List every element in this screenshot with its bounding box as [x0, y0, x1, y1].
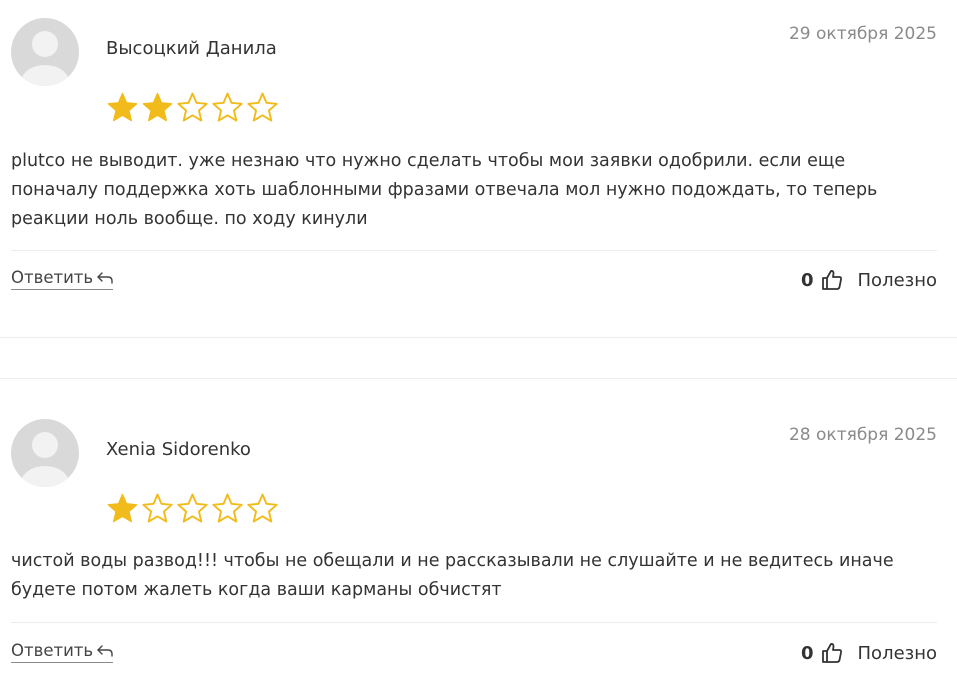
- reply-button[interactable]: Ответить: [11, 641, 114, 663]
- thumbs-up-icon[interactable]: [820, 641, 844, 665]
- avatar: [11, 419, 79, 487]
- review-text: чистой воды развод!!! чтобы не обещали и…: [11, 551, 894, 600]
- section-divider: [0, 378, 957, 379]
- helpful-block: 0 Полезно: [801, 268, 937, 292]
- divider: [11, 622, 937, 623]
- review-date: 28 октября 2025: [788, 425, 937, 445]
- helpful-button[interactable]: Полезно: [858, 643, 937, 664]
- avatar: [11, 18, 79, 86]
- reply-label: Ответить: [11, 268, 94, 287]
- reply-arrow-icon: [97, 271, 113, 284]
- helpful-block: 0 Полезно: [801, 641, 937, 665]
- star-filled-icon: [142, 92, 173, 122]
- helpful-count: 0: [800, 269, 814, 291]
- avatar-placeholder-icon: [21, 432, 69, 487]
- review-date: 29 октября 2025: [788, 24, 937, 44]
- star-outline-icon: [247, 92, 278, 122]
- star-outline-icon: [247, 493, 278, 523]
- star-filled-icon: [107, 92, 138, 122]
- star-rating: [106, 492, 279, 525]
- helpful-button[interactable]: Полезно: [858, 270, 937, 291]
- review-author: Высоцкий Данила: [106, 38, 277, 59]
- review-text: plutco не выводит. уже незнаю что нужно …: [11, 151, 878, 229]
- helpful-count: 0: [800, 642, 814, 664]
- star-outline-icon: [212, 493, 243, 523]
- star-outline-icon: [212, 92, 243, 122]
- reply-button[interactable]: Ответить: [11, 268, 114, 290]
- star-filled-icon: [107, 493, 138, 523]
- divider: [11, 250, 937, 251]
- star-rating: [106, 91, 279, 124]
- review-author: Xenia Sidorenko: [106, 439, 251, 460]
- thumbs-up-icon[interactable]: [820, 268, 844, 292]
- star-outline-icon: [177, 493, 208, 523]
- star-outline-icon: [177, 92, 208, 122]
- section-divider: [0, 337, 957, 338]
- reply-label: Ответить: [11, 641, 94, 660]
- reply-arrow-icon: [97, 644, 113, 657]
- avatar-placeholder-icon: [21, 31, 69, 86]
- star-outline-icon: [142, 493, 173, 523]
